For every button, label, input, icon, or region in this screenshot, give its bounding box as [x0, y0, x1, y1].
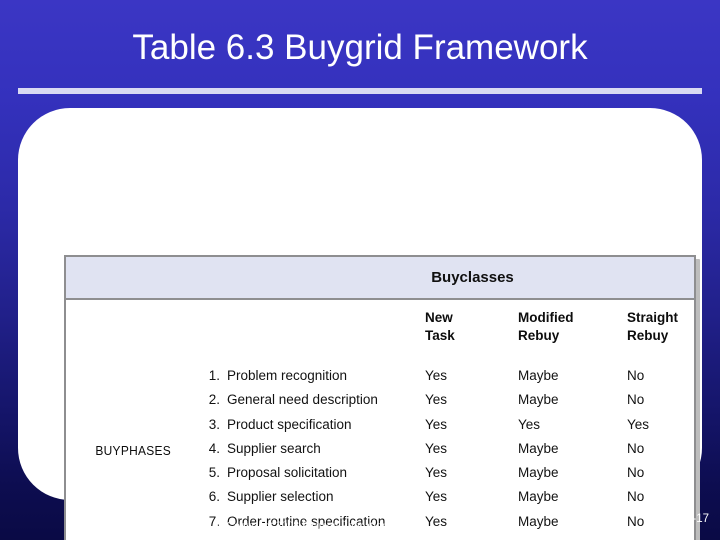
row-number: 6. — [208, 489, 220, 505]
cell-modified-rebuy: Maybe — [518, 489, 559, 505]
content-panel: Buyclasses New Task Modified Rebuy Strai… — [18, 108, 702, 540]
cell-new-task: Yes — [425, 368, 448, 383]
row-label: Problem recognition — [227, 368, 348, 383]
cell-new-task: Yes — [425, 416, 448, 432]
cell-modified-rebuy: Maybe — [518, 368, 559, 383]
cell-modified-rebuy: Maybe — [518, 392, 559, 408]
row-label: General need description — [227, 392, 378, 408]
cell-straight-rebuy: No — [627, 465, 645, 481]
column-header-line2: Task — [425, 327, 455, 343]
table-body: 1. Problem recognition Yes Maybe No 2. G… — [66, 367, 694, 540]
buyclasses-header-band: Buyclasses — [66, 257, 694, 300]
column-header-line2: Rebuy — [627, 327, 669, 343]
table-row: 5. Proposal solicitation Yes Maybe No — [66, 464, 694, 488]
row-number: 2. — [208, 392, 220, 408]
row-label: Supplier selection — [227, 489, 334, 505]
slide: Table 6.3 Buygrid Framework Buyclasses N… — [0, 0, 720, 540]
page-number: 6-17 — [685, 513, 709, 525]
cell-new-task: Yes — [425, 465, 448, 481]
cell-new-task: Yes — [425, 392, 448, 408]
table-row: 4. Supplier search Yes Maybe No — [66, 440, 694, 464]
column-header-modified-rebuy: Modified Rebuy — [518, 309, 574, 344]
table-row: 6. Supplier selection Yes Maybe No — [66, 488, 694, 512]
cell-new-task: Yes — [425, 440, 448, 456]
row-number: 3. — [208, 416, 220, 432]
copyright-notice: © Copyright 2008 Pearson Education Canad… — [214, 520, 426, 532]
table-row: 1. Problem recognition Yes Maybe No — [66, 367, 694, 391]
row-number: 5. — [208, 465, 220, 481]
row-number: 4. — [208, 440, 220, 456]
column-header-line2: Rebuy — [518, 327, 560, 343]
cell-straight-rebuy: No — [627, 368, 645, 383]
page-title: Table 6.3 Buygrid Framework — [132, 28, 588, 67]
table-row: 2. General need description Yes Maybe No — [66, 391, 694, 415]
cell-modified-rebuy: Maybe — [518, 465, 559, 481]
table-row: 3. Product specification Yes Yes Yes — [66, 416, 694, 440]
column-header-new-task: New Task — [425, 309, 455, 344]
buyclasses-label: Buyclasses — [431, 269, 514, 286]
column-header-straight-rebuy: Straight Rebuy — [627, 309, 678, 344]
column-header-row: New Task Modified Rebuy Straight Rebuy — [66, 309, 694, 349]
row-number: 1. — [208, 368, 220, 383]
row-label: Proposal solicitation — [227, 465, 348, 481]
column-header-line1: New — [425, 310, 453, 325]
row-label: Supplier search — [227, 440, 321, 456]
buygrid-table: Buyclasses New Task Modified Rebuy Strai… — [64, 255, 696, 540]
column-header-line1: Modified — [518, 310, 574, 325]
title-divider — [18, 88, 702, 94]
cell-new-task: Yes — [425, 489, 448, 505]
row-label: Product specification — [227, 416, 352, 432]
cell-straight-rebuy: Yes — [627, 416, 650, 432]
cell-straight-rebuy: No — [627, 440, 645, 456]
cell-straight-rebuy: No — [627, 392, 645, 408]
cell-modified-rebuy: Maybe — [518, 440, 559, 456]
column-header-line1: Straight — [627, 310, 679, 325]
cell-modified-rebuy: Yes — [518, 416, 541, 432]
cell-straight-rebuy: No — [627, 489, 645, 505]
